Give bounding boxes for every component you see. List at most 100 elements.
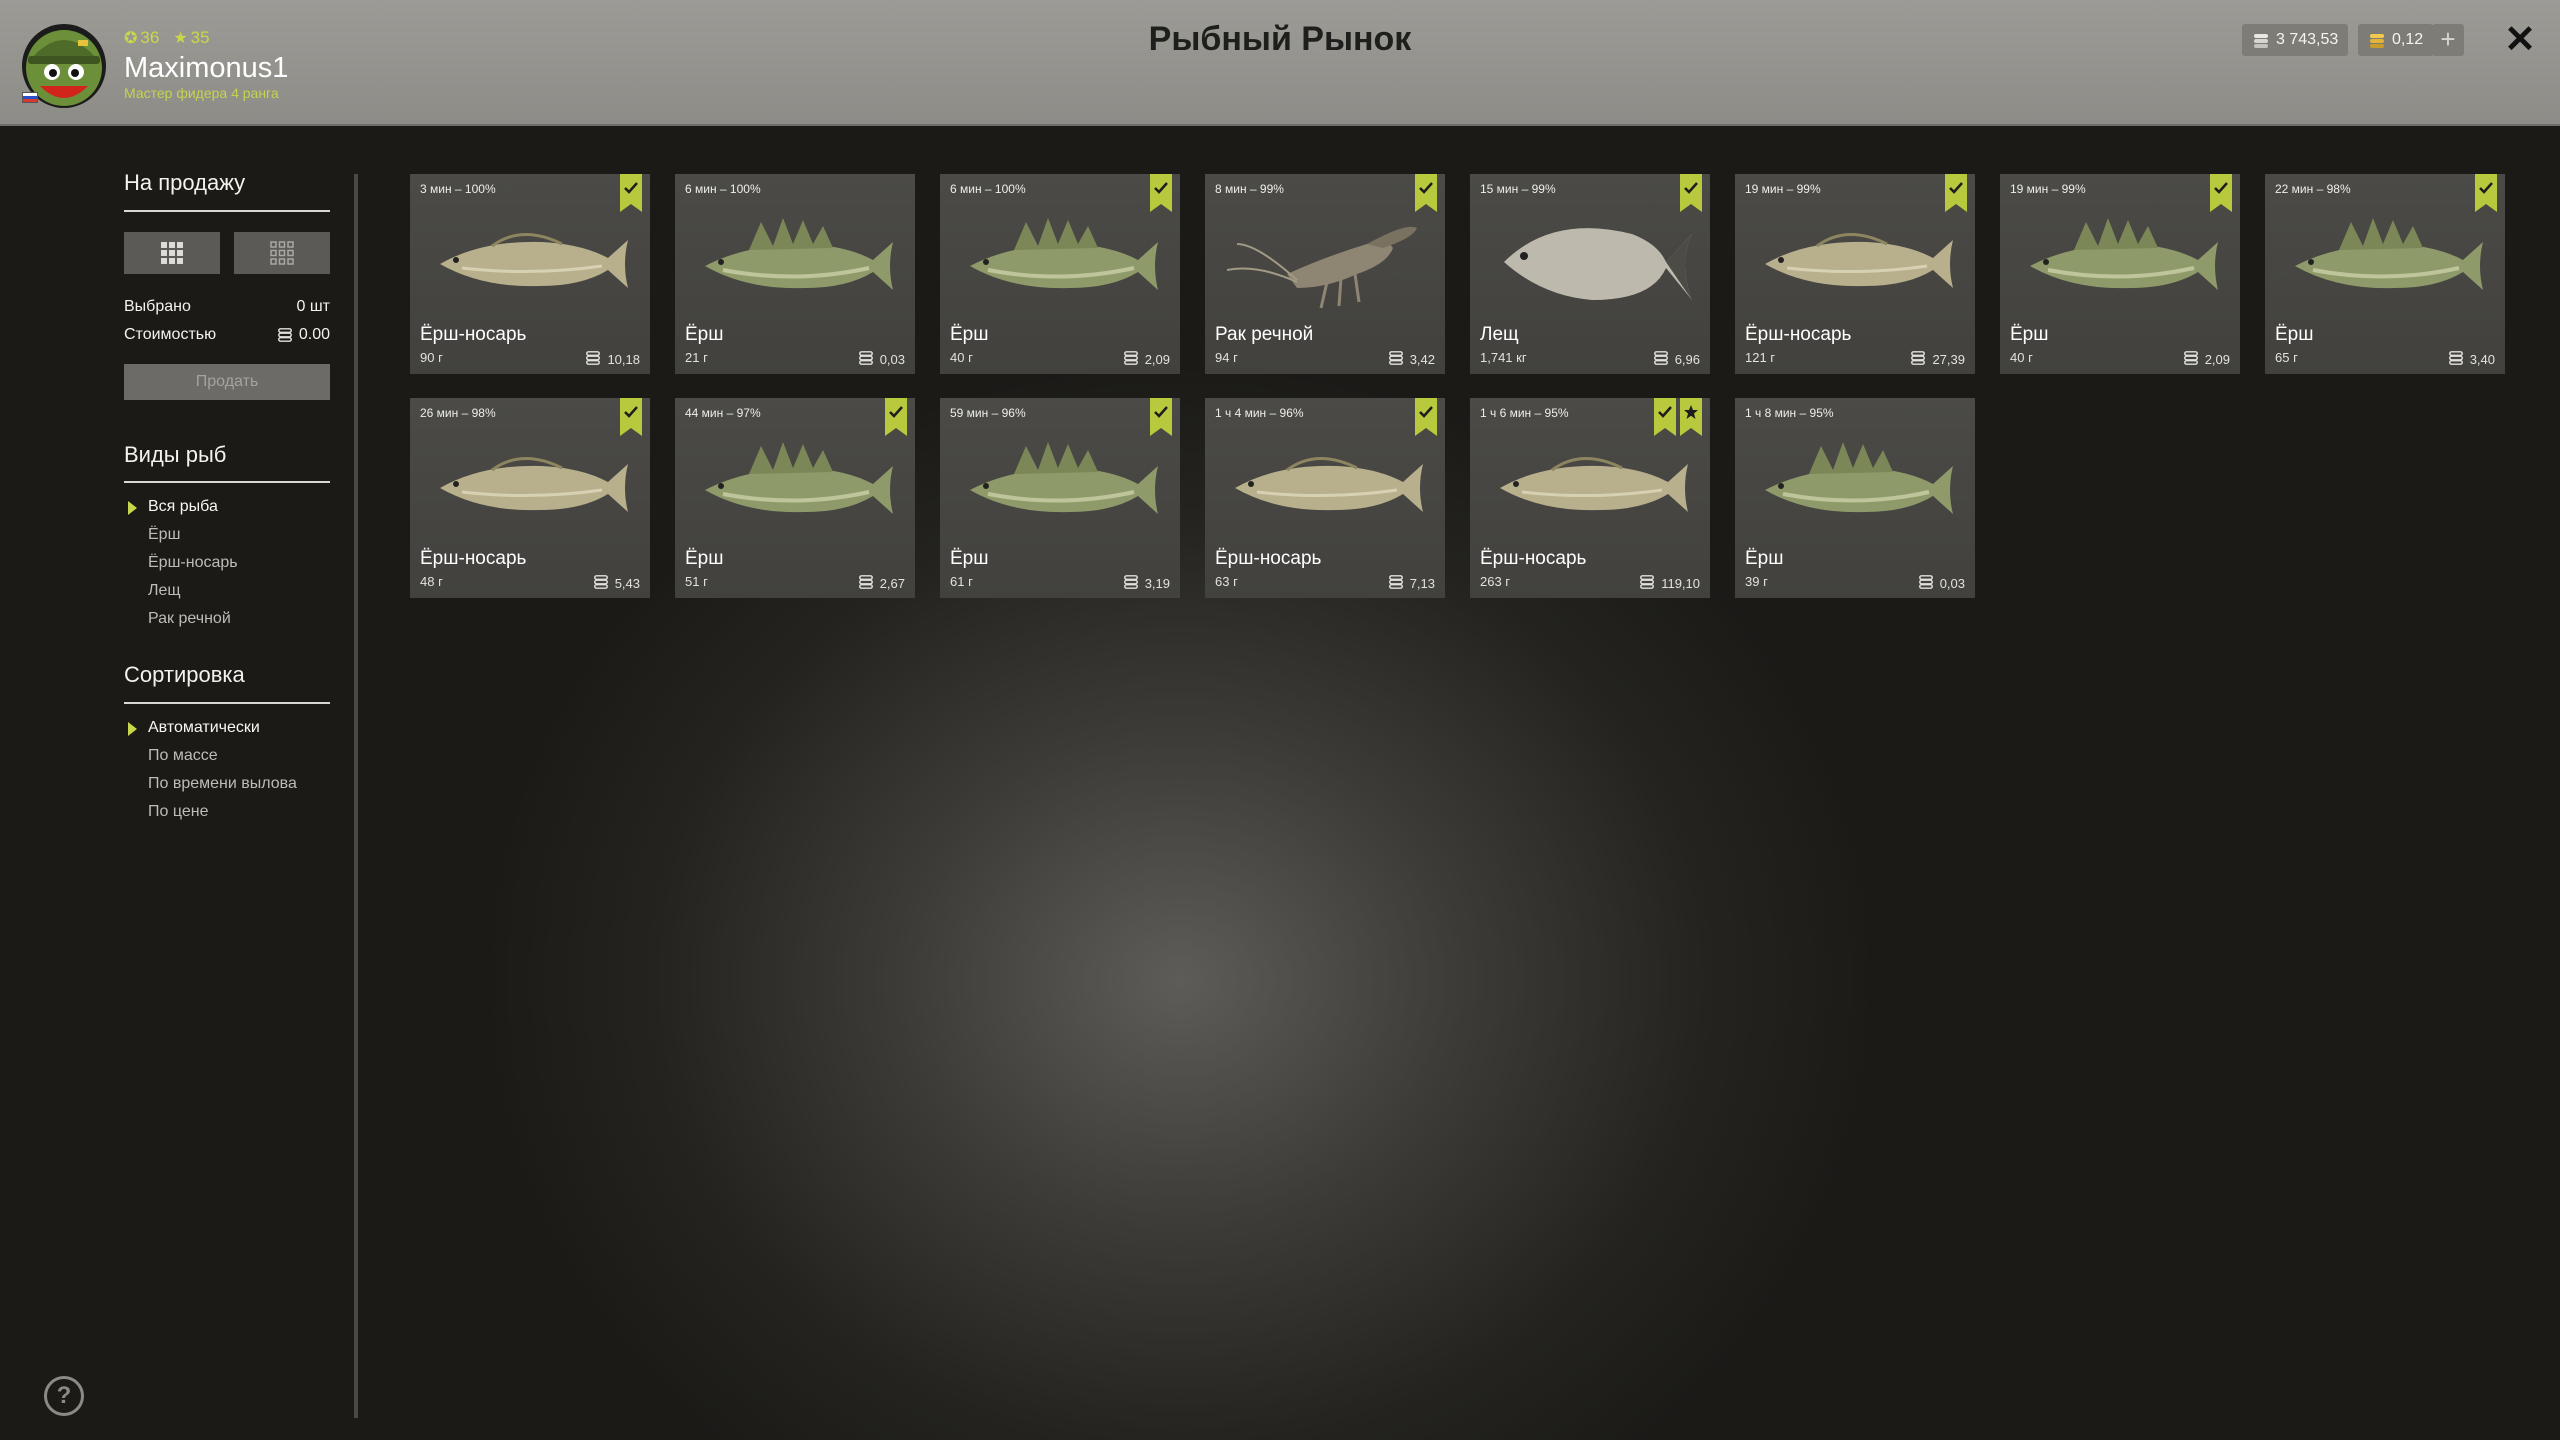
fish-card[interactable]: 8 мин – 99% Рак речной 94 г 3,42 — [1205, 174, 1445, 374]
silver-coins-icon — [585, 350, 601, 369]
checkmark-badge-icon[interactable] — [1654, 398, 1676, 436]
catch-time-freshness: 44 мин – 97% — [685, 406, 761, 420]
checkmark-badge-icon[interactable] — [1680, 174, 1702, 212]
fish-image — [952, 428, 1168, 544]
checkmark-badge-icon[interactable] — [1150, 174, 1172, 212]
fish-weight: 263 г — [1480, 574, 1511, 589]
fish-card[interactable]: 59 мин – 96% Ёрш 61 г 3,19 — [940, 398, 1180, 598]
silver-coins-icon — [1653, 350, 1669, 369]
fish-price-value: 2,09 — [2204, 352, 2230, 367]
sell-button[interactable]: Продать — [124, 364, 330, 400]
silver-coins-icon — [1123, 574, 1139, 593]
filter-ruffe[interactable]: Ёрш — [148, 526, 180, 544]
fish-weight: 1,741 кг — [1480, 350, 1527, 365]
fish-card[interactable]: 6 мин – 100% Ёрш 21 г 0,03 — [675, 174, 915, 374]
for-sale-title: На продажу — [124, 170, 246, 195]
add-currency-button[interactable]: + — [2432, 24, 2464, 56]
silver-coins-icon — [277, 328, 292, 342]
fish-price: 5,43 — [593, 574, 640, 593]
trophy-star-badge-icon[interactable] — [1680, 398, 1702, 436]
fish-image — [687, 204, 903, 320]
fish-card[interactable]: 19 мин – 99% Ёрш 40 г 2,09 — [2000, 174, 2240, 374]
top-bar: ✪ 36 ★ 35 Maximonus1 Мастер фидера 4 ранга… — [0, 0, 2560, 126]
checkmark-badge-icon[interactable] — [620, 174, 642, 212]
grid-view-small-button[interactable] — [234, 232, 330, 274]
fish-price-value: 7,13 — [1409, 576, 1435, 591]
sort-auto[interactable]: Автоматически — [148, 719, 260, 737]
filter-all-fish[interactable]: Вся рыба — [148, 498, 218, 516]
fish-price-value: 3,40 — [2469, 352, 2495, 367]
fish-price: 0,03 — [858, 350, 905, 369]
fish-card[interactable]: 26 мин – 98% Ёрш-носарь 48 г 5,43 — [410, 398, 650, 598]
fish-price-value: 3,19 — [1144, 576, 1170, 591]
sort-by-price[interactable]: По цене — [148, 803, 208, 821]
fish-card[interactable]: 1 ч 4 мин – 96% Ёрш-носарь 63 г 7,13 — [1205, 398, 1445, 598]
fish-card[interactable]: 1 ч 8 мин – 95% Ёрш 39 г 0,03 — [1735, 398, 1975, 598]
fish-weight: 21 г — [685, 350, 708, 365]
fish-price-value: 2,67 — [879, 576, 905, 591]
checkmark-badge-icon[interactable] — [1150, 398, 1172, 436]
selected-marker-icon — [128, 722, 137, 736]
fish-price-value: 2,09 — [1144, 352, 1170, 367]
divider — [124, 210, 330, 212]
fish-name: Ёрш-носарь — [1745, 324, 1852, 345]
fish-price: 2,67 — [858, 574, 905, 593]
grid-large-icon — [161, 242, 183, 264]
fish-card[interactable]: 1 ч 6 мин – 95% Ёрш-носарь 263 г 119,10 — [1470, 398, 1710, 598]
fish-name: Ёрш-носарь — [420, 324, 527, 345]
silver-coins-icon — [2254, 34, 2268, 48]
checkmark-badge-icon[interactable] — [885, 398, 907, 436]
filter-crayfish[interactable]: Рак речной — [148, 610, 231, 628]
fish-card[interactable]: 3 мин – 100% Ёрш-носарь 90 г 10,18 — [410, 174, 650, 374]
catch-time-freshness: 6 мин – 100% — [950, 182, 1026, 196]
silver-balance[interactable]: 3 743,53 — [2242, 24, 2349, 56]
fish-price-value: 119,10 — [1661, 576, 1700, 591]
fish-price-value: 0,03 — [1939, 576, 1965, 591]
fish-weight: 51 г — [685, 574, 708, 589]
silver-coins-icon — [2448, 350, 2464, 369]
crayfish-image — [1217, 204, 1433, 320]
catch-time-freshness: 59 мин – 96% — [950, 406, 1026, 420]
selected-row: Выбрано 0 шт — [124, 298, 330, 316]
gold-balance[interactable]: 0,12 — [2358, 24, 2434, 56]
fish-card[interactable]: 44 мин – 97% Ёрш 51 г 2,67 — [675, 398, 915, 598]
selected-value: 0 шт — [296, 298, 330, 315]
filter-bream[interactable]: Лещ — [148, 582, 181, 600]
sort-by-catch-time[interactable]: По времени вылова — [148, 775, 297, 793]
cost-value-wrap: 0.00 — [277, 326, 330, 344]
fish-image — [2277, 204, 2493, 320]
checkmark-badge-icon[interactable] — [2475, 174, 2497, 212]
fish-name: Ёрш — [950, 324, 989, 345]
cost-row: Стоимостью 0.00 — [124, 326, 330, 344]
fish-price: 3,42 — [1388, 350, 1435, 369]
help-button[interactable]: ? — [44, 1376, 84, 1416]
close-button[interactable]: ✕ — [2500, 20, 2540, 60]
fish-card[interactable]: 15 мин – 99% Лещ 1,741 кг 6,96 — [1470, 174, 1710, 374]
fish-image — [1217, 428, 1433, 544]
sort-by-weight[interactable]: По массе — [148, 747, 218, 765]
fish-weight: 40 г — [2010, 350, 2033, 365]
fish-card[interactable]: 22 мин – 98% Ёрш 65 г 3,40 — [2265, 174, 2505, 374]
checkmark-badge-icon[interactable] — [1945, 174, 1967, 212]
checkmark-badge-icon[interactable] — [2210, 174, 2232, 212]
fish-price: 27,39 — [1910, 350, 1965, 369]
fish-card[interactable]: 19 мин – 99% Ёрш-носарь 121 г 27,39 — [1735, 174, 1975, 374]
catch-time-freshness: 1 ч 4 мин – 96% — [1215, 406, 1304, 420]
checkmark-badge-icon[interactable] — [620, 398, 642, 436]
checkmark-badge-icon[interactable] — [1415, 398, 1437, 436]
fish-price: 2,09 — [1123, 350, 1170, 369]
divider — [124, 702, 330, 704]
fish-weight: 61 г — [950, 574, 973, 589]
fish-card[interactable]: 6 мин – 100% Ёрш 40 г 2,09 — [940, 174, 1180, 374]
grid-view-large-button[interactable] — [124, 232, 220, 274]
silver-coins-icon — [1123, 350, 1139, 369]
grid-small-icon — [270, 241, 294, 265]
sort-title: Сортировка — [124, 662, 245, 687]
catch-time-freshness: 1 ч 8 мин – 95% — [1745, 406, 1834, 420]
fish-image — [687, 428, 903, 544]
checkmark-badge-icon[interactable] — [1415, 174, 1437, 212]
filter-ruffe-nosar[interactable]: Ёрш-носарь — [148, 554, 238, 572]
fish-weight: 94 г — [1215, 350, 1238, 365]
fish-weight: 65 г — [2275, 350, 2298, 365]
fish-price-value: 10,18 — [607, 352, 640, 367]
